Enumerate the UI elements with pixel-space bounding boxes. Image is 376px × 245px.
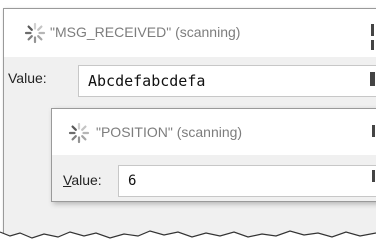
msg-received-titlebar[interactable]: "MSG_RECEIVED" (scanning) bbox=[4, 9, 376, 57]
edge-fragment bbox=[371, 40, 374, 50]
spinner-icon bbox=[68, 122, 90, 144]
edge-fragment bbox=[372, 125, 375, 137]
edge-fragment bbox=[371, 24, 374, 36]
position-window[interactable]: "POSITION" (scanning) Value: 6 bbox=[51, 108, 376, 202]
msg-received-title: "MSG_RECEIVED" (scanning) bbox=[50, 24, 241, 40]
position-title: "POSITION" (scanning) bbox=[96, 124, 243, 140]
spinner-icon bbox=[24, 22, 46, 44]
edge-fragment bbox=[372, 170, 375, 182]
msg-received-value-field[interactable]: Abcdefabcdefa bbox=[78, 65, 376, 97]
value-label-rest: alue: bbox=[71, 172, 102, 188]
position-value-label: Value: bbox=[63, 172, 102, 188]
msg-received-value-row: Value: Abcdefabcdefa bbox=[4, 61, 376, 101]
msg-received-value-label: Value: bbox=[8, 70, 47, 86]
torn-edge bbox=[0, 224, 376, 245]
edge-fragment bbox=[370, 72, 375, 86]
position-value-field[interactable]: 6 bbox=[118, 165, 376, 197]
position-titlebar[interactable]: "POSITION" (scanning) bbox=[52, 109, 376, 155]
screenshot-stage: "MSG_RECEIVED" (scanning) Value: Abcdefa… bbox=[0, 0, 376, 245]
